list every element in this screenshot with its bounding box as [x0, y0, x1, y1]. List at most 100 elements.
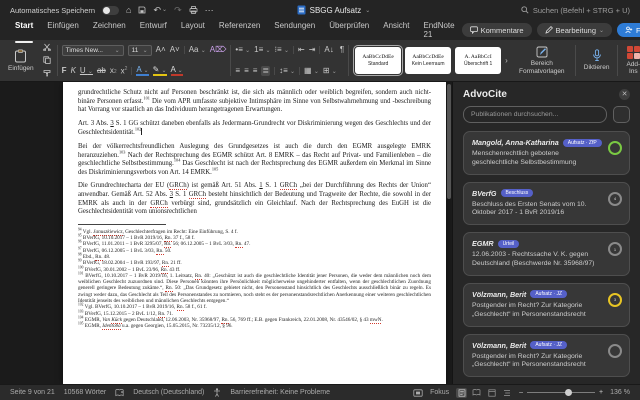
paragraph[interactable]: Art. 3 Abs. 3 S. 1 GG schützt daneben eb… — [78, 120, 431, 138]
tab-entwurf[interactable]: Entwurf — [133, 18, 174, 42]
addins-button[interactable]: Add-Ins — [622, 42, 640, 79]
align-left-icon[interactable]: ≡ — [235, 67, 240, 75]
document-page[interactable]: grundrechtliche Schutz nicht auf Persone… — [63, 82, 446, 384]
outdent-icon[interactable]: ⇤ — [298, 46, 305, 54]
tab-layout[interactable]: Layout — [174, 18, 212, 42]
grow-font-icon[interactable]: A˄ — [156, 46, 166, 54]
line-spacing-icon[interactable]: ↕≡ ⌄ — [279, 67, 295, 76]
style-heading1[interactable]: A. AaBbCcI Überschrift 1 — [455, 47, 502, 74]
change-case-icon[interactable]: Aa ⌄ — [189, 46, 206, 55]
language-indicator[interactable]: Deutsch (Deutschland) — [133, 389, 204, 396]
document-title-area[interactable]: SBGG Aufsatz ⌄ — [297, 5, 370, 15]
print-layout-view-icon[interactable] — [456, 387, 468, 398]
styles-pane-button[interactable]: Bereich Formatvorlagen — [513, 42, 571, 79]
format-painter-icon[interactable] — [43, 69, 51, 79]
zoom-slider[interactable] — [527, 389, 596, 396]
text-effects-icon[interactable]: A ⌄ — [136, 66, 149, 76]
share-button[interactable]: Freigeben ⌄ — [617, 23, 640, 37]
close-icon[interactable]: ✕ — [619, 89, 630, 100]
autosave-toggle[interactable] — [102, 5, 120, 15]
tab-sendungen[interactable]: Sendungen — [267, 18, 322, 42]
publication-card[interactable]: BVerfG Beschluss Beschluss des Ersten Sena… — [463, 181, 630, 226]
paste-button[interactable]: Einfügen — [4, 42, 38, 79]
tab-einf-gen[interactable]: Einfügen — [40, 18, 86, 42]
pilcrow-icon[interactable]: ¶ — [340, 46, 344, 54]
search-box[interactable]: Suchen (Befehl + STRG + U) — [521, 6, 630, 15]
underline-button[interactable]: U ⌄ — [80, 67, 93, 76]
home-icon[interactable]: ⌂ — [126, 5, 131, 15]
tab-zeichnen[interactable]: Zeichnen — [86, 18, 133, 42]
pilcrow-column: ¶ — [340, 42, 344, 79]
publication-card[interactable]: Völzmann, Berit Aufsatz · JZ Postgender im… — [463, 282, 630, 327]
align-right-icon[interactable]: ≡ — [253, 67, 258, 75]
subscript-button[interactable]: x2 — [110, 67, 117, 75]
tab-referenzen[interactable]: Referenzen — [212, 18, 267, 42]
clear-formatting-icon[interactable]: A⌦ — [210, 46, 227, 54]
accessibility-status[interactable]: Barrierefreiheit: Keine Probleme — [230, 389, 330, 396]
borders-icon[interactable]: ⊞ ⌄ — [323, 67, 337, 76]
paragraph[interactable]: Die Grundrechtecharta der EU (GRCh) ist … — [78, 182, 431, 216]
tab-start[interactable]: Start — [8, 18, 40, 43]
word-count[interactable]: 10568 Wörter — [64, 389, 106, 396]
sort-icon[interactable]: A↓ — [324, 46, 333, 54]
multilevel-list-icon[interactable]: ⁝≡ ⌄ — [275, 46, 289, 55]
footnote[interactable]: 101 BVerfG, 10.10.2017 – 1 BvR 2019/16, … — [78, 271, 431, 304]
bullet-list-icon[interactable]: •≡ ⌄ — [235, 46, 250, 55]
style-no-spacing[interactable]: AaBbCcDdEe Kein Leerraum — [405, 47, 452, 74]
bold-button[interactable]: F — [62, 67, 67, 75]
justify-icon[interactable]: ≣ — [261, 66, 271, 76]
dictate-button[interactable]: Diktieren — [580, 42, 614, 79]
zoom-out-button[interactable]: – — [519, 389, 523, 396]
print-icon[interactable] — [189, 6, 198, 14]
save-icon[interactable] — [138, 6, 146, 14]
highlight-color-icon[interactable]: ✎ ⌄ — [152, 66, 167, 76]
zoom-level[interactable]: 136 % — [610, 389, 630, 396]
focus-toggle[interactable]: Fokus — [430, 389, 449, 396]
more-icon[interactable]: ⋯ — [205, 5, 214, 15]
editing-mode-button[interactable]: Bearbeitung ⌄ — [536, 23, 613, 37]
publication-card[interactable]: EGMR Urteil 12.06.2003 - Rechtssache V. K.… — [463, 232, 630, 276]
zoom-in-button[interactable]: + — [599, 389, 603, 396]
indent-icon[interactable]: ⇥ — [309, 46, 316, 54]
font-name-select[interactable]: Times New... ⌄ — [61, 44, 124, 56]
footnote-number: 103 — [78, 308, 84, 313]
tab-endnote-21[interactable]: EndNote 21 — [416, 18, 461, 42]
align-center-icon[interactable]: ≡ — [244, 67, 249, 75]
relevance-ring: 3 — [608, 292, 622, 307]
publications-search-input[interactable]: Publikationen durchsuchen... — [463, 106, 607, 123]
font-color-icon[interactable]: A ⌄ — [170, 66, 183, 76]
style-standard[interactable]: AaBbCcDdEe Standard — [352, 44, 404, 77]
footnote-reference[interactable]: 105 — [212, 166, 218, 171]
italic-button[interactable]: K — [71, 67, 76, 75]
paragraph[interactable]: Bei der völkerrechtsfreundlichen Auslegu… — [78, 143, 431, 177]
strikethrough-button[interactable]: ab — [97, 67, 106, 75]
tab--berpr-fen[interactable]: Überprüfen — [322, 18, 376, 42]
read-mode-view-icon[interactable] — [471, 388, 482, 398]
numbered-list-icon[interactable]: 1≡ ⌄ — [254, 46, 270, 55]
shading-icon[interactable]: ▦ ⌄ — [304, 67, 319, 76]
font-size-select[interactable]: 11 ⌄ — [127, 44, 152, 56]
tab-ansicht[interactable]: Ansicht — [376, 18, 416, 42]
redo-icon[interactable]: ↷ — [174, 5, 182, 15]
panel-filter-button[interactable] — [613, 106, 630, 123]
superscript-button[interactable]: x2 — [121, 66, 128, 76]
gallery-more-icon[interactable]: › — [505, 56, 508, 65]
outline-view-icon[interactable] — [501, 388, 512, 398]
copy-icon[interactable] — [43, 55, 51, 66]
footnote[interactable]: 105 EGMR, Identoba u.a. gegen Georgien, … — [78, 322, 431, 331]
zoom-slider-knob[interactable] — [565, 389, 573, 396]
card-title: Postgender im Recht? Zur Kategorie „Gesc… — [472, 301, 586, 318]
page-indicator[interactable]: Seite 9 von 21 — [10, 389, 55, 396]
undo-icon[interactable]: ↶ ⌄ — [153, 5, 167, 15]
web-layout-view-icon[interactable] — [486, 388, 497, 398]
proofing-icon[interactable] — [115, 388, 124, 397]
relevance-ring — [608, 343, 622, 358]
footnote-number: 95 — [78, 233, 82, 238]
publication-card[interactable]: Völzmann, Berit Aufsatz · JZ Postgender im… — [463, 333, 630, 378]
cut-icon[interactable] — [42, 43, 51, 53]
document-scrollbar[interactable] — [447, 84, 451, 199]
paragraph[interactable]: grundrechtliche Schutz nicht auf Persone… — [78, 89, 431, 115]
shrink-font-icon[interactable]: A˅ — [170, 46, 180, 54]
publication-card[interactable]: Mangold, Anna-Katharina Aufsatz · ZfP Mens… — [463, 131, 630, 175]
comments-button[interactable]: Kommentare — [461, 23, 532, 37]
